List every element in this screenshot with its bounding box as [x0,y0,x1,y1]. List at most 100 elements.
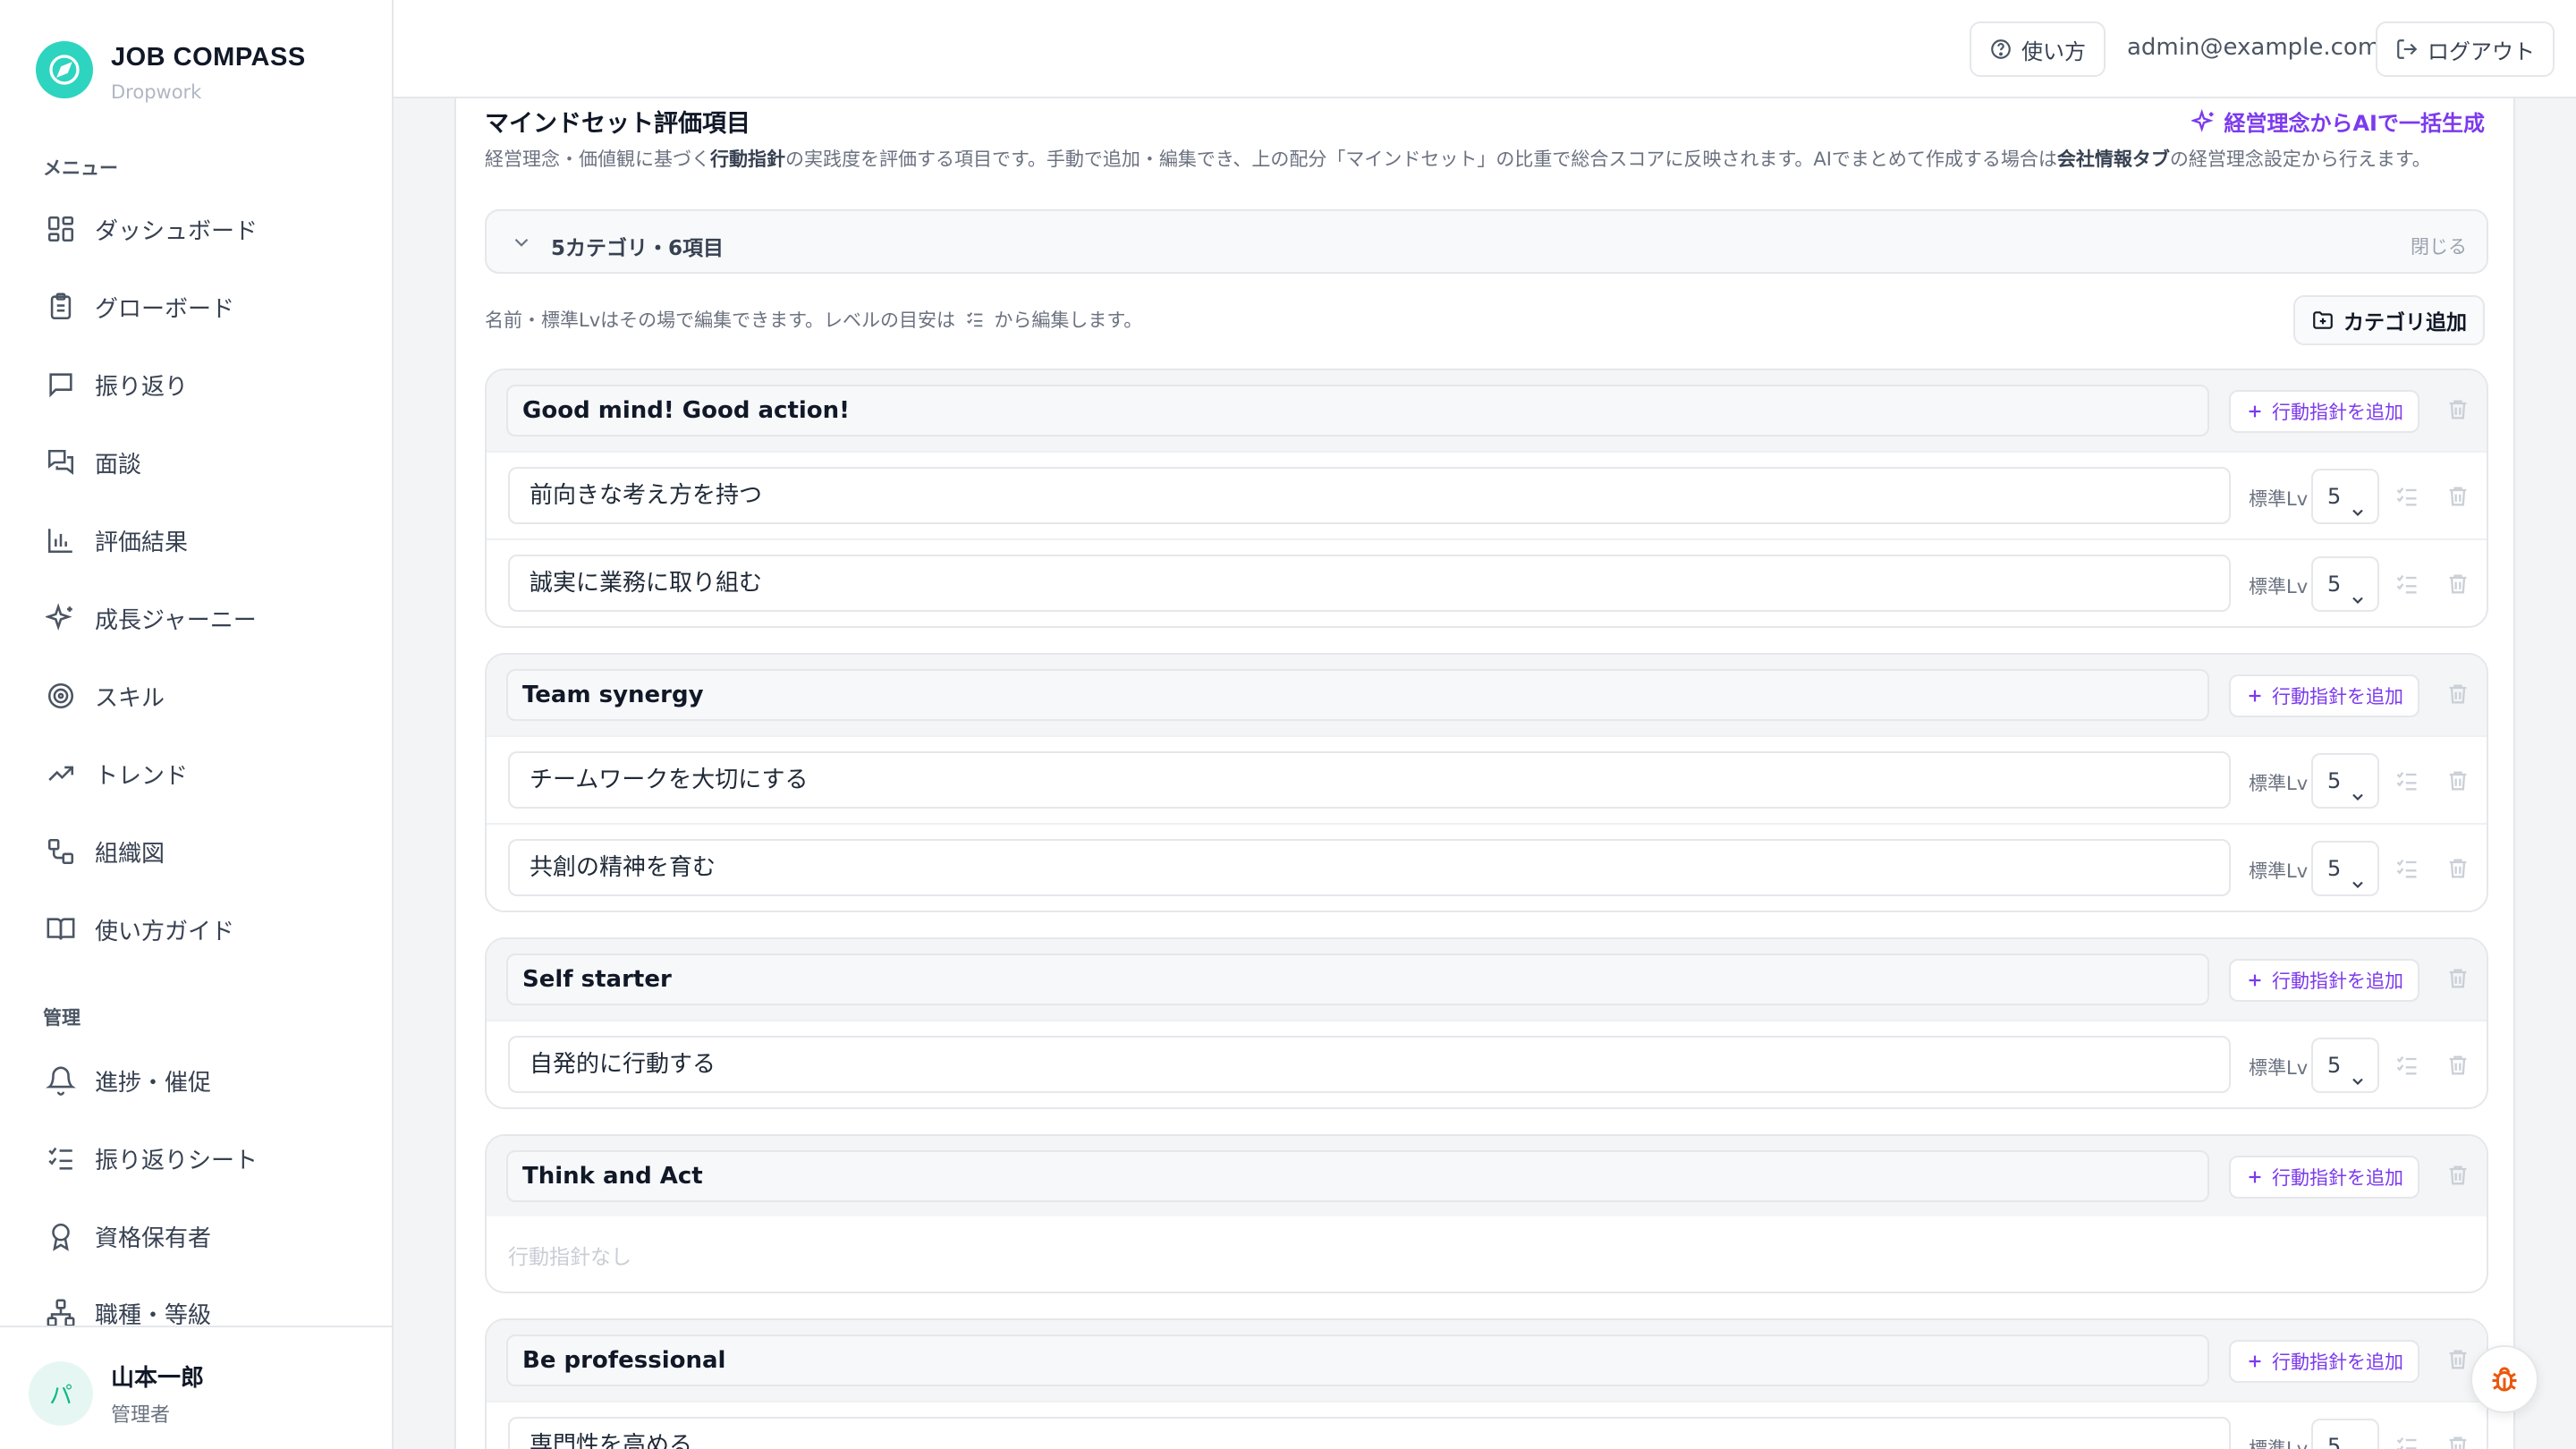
level-guide-icon[interactable] [2392,569,2422,599]
level-select[interactable]: 5 [2311,1038,2379,1093]
add-indicator-label: 行動指針を追加 [2272,686,2403,708]
level-guide-icon[interactable] [2392,766,2422,796]
bar-chart-icon [43,522,79,558]
sidebar-item-guide[interactable]: 使い方ガイド [36,901,358,958]
level-guide-icon[interactable] [2392,853,2422,884]
sidebar-item-growboard[interactable]: グローボード [36,278,358,335]
level-select[interactable]: 5 [2311,1419,2379,1449]
close-button[interactable]: 閉じる [2411,233,2467,259]
level-value: 5 [2327,572,2342,597]
sidebar-item-trends[interactable]: トレンド [36,745,358,802]
add-indicator-button[interactable]: 行動指針を追加 [2229,674,2419,717]
category-card: Good mind! Good action! 行動指針を追加前向きな考え方を持つ… [485,369,2488,628]
trash-icon[interactable] [2442,394,2474,426]
add-indicator-label: 行動指針を追加 [2272,1352,2403,1373]
trash-icon[interactable] [2442,480,2474,513]
category-header: Good mind! Good action! 行動指針を追加 [487,370,2487,451]
level-select[interactable]: 5 [2311,556,2379,612]
admin-section-label: 管理 [43,1007,80,1029]
trash-icon[interactable] [2442,1049,2474,1081]
ai-generate-button[interactable]: 経営理念からAIで一括生成 [2191,106,2485,137]
logout-icon [2395,38,2419,61]
sidebar-item-results[interactable]: 評価結果 [36,512,358,569]
indicator-text-input[interactable]: 前向きな考え方を持つ [508,467,2231,524]
level-value: 5 [2327,856,2342,881]
add-indicator-button[interactable]: 行動指針を追加 [2229,1156,2419,1199]
sidebar-item-label: グローボード [95,295,235,323]
trash-icon[interactable] [2442,1343,2474,1376]
messages-icon [43,445,79,480]
add-indicator-button[interactable]: 行動指針を追加 [2229,390,2419,433]
trash-icon[interactable] [2442,1430,2474,1449]
bug-icon [2488,1363,2521,1395]
sidebar-item-interview[interactable]: 面談 [36,434,358,491]
add-indicator-button[interactable]: 行動指針を追加 [2229,1340,2419,1383]
trash-icon[interactable] [2442,962,2474,995]
indicator-row: チームワークを大切にする 標準Lv 5 [487,735,2487,823]
ai-generate-label: 経営理念からAIで一括生成 [2224,111,2485,136]
sidebar-item-dashboard[interactable]: ダッシュボード [36,200,358,258]
help-circle-icon [1989,38,2012,61]
category-name-input[interactable]: Self starter [506,953,2209,1005]
sidebar-item-skills[interactable]: スキル [36,667,358,724]
level-guide-icon[interactable] [2392,1050,2422,1080]
add-category-label: カテゴリ追加 [2343,311,2467,335]
indicator-text-input[interactable]: 専門性を高める [508,1417,2231,1449]
trash-icon[interactable] [2442,1159,2474,1191]
book-icon [43,911,79,947]
add-indicator-button[interactable]: 行動指針を追加 [2229,959,2419,1002]
level-label: 標準Lv [2249,1057,2309,1079]
level-label: 標準Lv [2249,860,2309,882]
help-button[interactable]: 使い方 [1970,21,2106,77]
level-label: 標準Lv [2249,488,2309,510]
chevron-down-icon [2349,576,2367,626]
trending-up-icon [43,756,79,792]
sidebar-item-label: 使い方ガイド [95,918,235,945]
help-button-label: 使い方 [2021,38,2086,64]
category-card: Self starter 行動指針を追加自発的に行動する 標準Lv 5 [485,937,2488,1109]
logout-button[interactable]: ログアウト [2376,21,2555,77]
sidebar-item-label: 振り返りシート [95,1147,258,1174]
add-indicator-label: 行動指針を追加 [2272,402,2403,423]
indicator-text-input[interactable]: 自発的に行動する [508,1036,2231,1093]
sidebar-item-certified[interactable]: 資格保有者 [36,1208,358,1265]
level-label: 標準Lv [2249,576,2309,597]
indicator-text-input[interactable]: チームワークを大切にする [508,751,2231,809]
sidebar-item-progress[interactable]: 進捗・催促 [36,1052,358,1109]
chevron-down-icon [2349,1438,2367,1449]
category-header: Team synergy 行動指針を追加 [487,655,2487,735]
trash-icon[interactable] [2442,568,2474,600]
level-select[interactable]: 5 [2311,753,2379,809]
trash-icon[interactable] [2442,678,2474,710]
logout-button-label: ログアウト [2428,38,2535,64]
menu-section-label: メニュー [43,157,118,179]
user-role: 管理者 [111,1404,171,1427]
sidebar-item-org-chart[interactable]: 組織図 [36,823,358,880]
category-name-input[interactable]: Think and Act [506,1150,2209,1202]
category-header: Be professional 行動指針を追加 [487,1320,2487,1401]
sidebar-item-reflection[interactable]: 振り返り [36,356,358,413]
level-select[interactable]: 5 [2311,841,2379,896]
user-panel[interactable]: パ 山本一郎 管理者 [0,1326,392,1449]
indicator-text-input[interactable]: 誠実に業務に取り組む [508,555,2231,612]
trash-icon[interactable] [2442,852,2474,885]
sidebar-item-reflection-sheet[interactable]: 振り返りシート [36,1130,358,1187]
sidebar-item-growth-journey[interactable]: 成長ジャーニー [36,589,358,647]
add-category-button[interactable]: カテゴリ追加 [2293,295,2485,345]
sidebar-item-label: 面談 [95,451,142,479]
org-chart-icon [43,834,79,869]
category-name-input[interactable]: Be professional [506,1335,2209,1386]
chevron-down-icon [2349,860,2367,911]
bug-report-button[interactable] [2470,1345,2538,1413]
trash-icon[interactable] [2442,765,2474,797]
category-summary-toggle[interactable]: 5カテゴリ・6項目 閉じる [485,209,2488,274]
category-name-input[interactable]: Team synergy [506,669,2209,721]
section-description: 経営理念・価値観に基づく行動指針の実践度を評価する項目です。手動で追加・編集でき… [485,148,2431,170]
indicator-text-input[interactable]: 共創の精神を育む [508,839,2231,896]
level-guide-icon[interactable] [2392,481,2422,512]
level-select[interactable]: 5 [2311,469,2379,524]
plus-icon [2245,402,2265,421]
brand[interactable]: JOB COMPASS Dropwork [36,41,306,103]
level-guide-icon[interactable] [2392,1431,2422,1449]
category-name-input[interactable]: Good mind! Good action! [506,385,2209,436]
